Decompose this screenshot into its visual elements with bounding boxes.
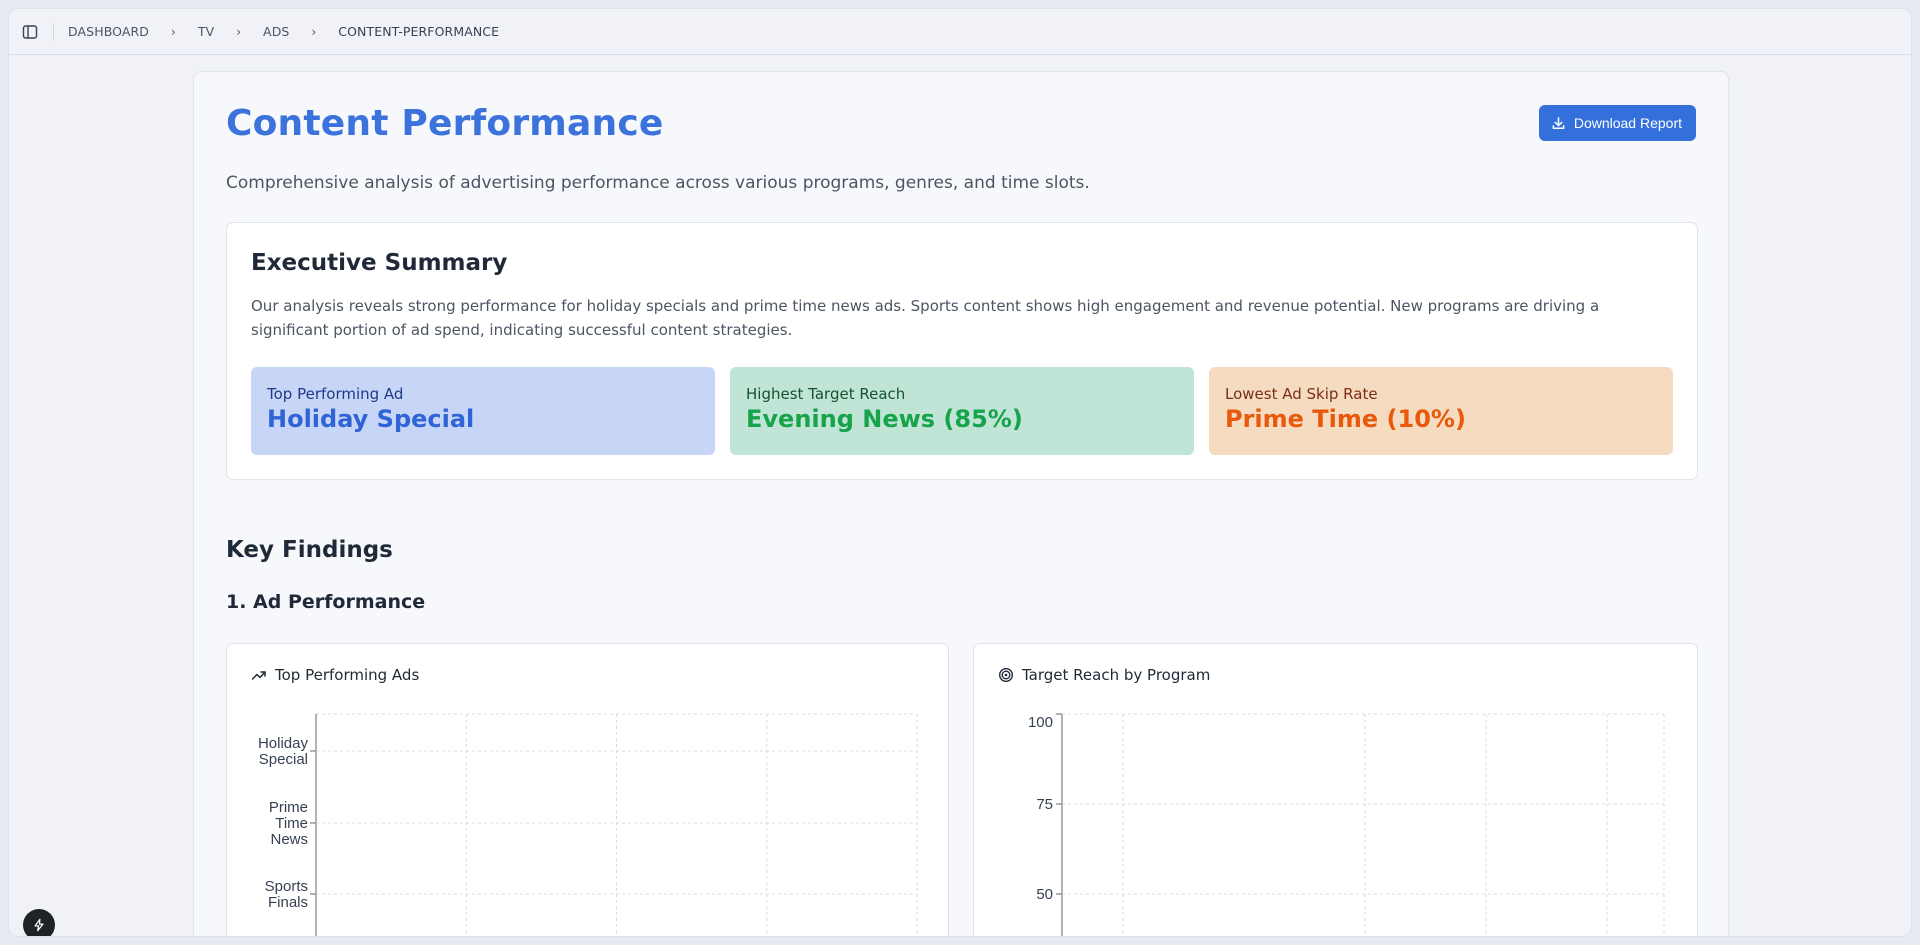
- stat-label: Highest Target Reach: [746, 385, 906, 403]
- tick-label: Prime Time News: [269, 799, 308, 848]
- divider: [53, 22, 54, 41]
- breadcrumb-dashboard[interactable]: DASHBOARD: [68, 24, 149, 39]
- trending-up-icon: [251, 671, 266, 680]
- tick-label: 100: [1028, 714, 1053, 731]
- chart-title: Target Reach by Program: [1022, 666, 1211, 684]
- ad-performance-title: 1. Ad Performance: [226, 591, 426, 613]
- stat-target-reach: Highest Target Reach Evening News (85%): [730, 367, 1194, 455]
- sidebar-toggle-icon[interactable]: [19, 21, 41, 43]
- target-icon: [998, 667, 1014, 683]
- quick-action-button[interactable]: [23, 909, 55, 936]
- report-card: Content Performance Download Report Comp…: [193, 71, 1729, 936]
- chevron-right-icon: ›: [311, 24, 317, 39]
- download-report-button[interactable]: Download Report: [1538, 105, 1696, 141]
- download-icon: [1552, 116, 1565, 129]
- chart-header: Target Reach by Program: [998, 666, 1210, 684]
- target-reach-chart: Target Reach by Program 100 75 50: [973, 643, 1698, 936]
- key-findings-title: Key Findings: [226, 537, 393, 563]
- target-reach-plot: 100 75 50: [1028, 713, 1665, 936]
- download-report-label: Download Report: [1573, 115, 1682, 131]
- summary-text: Our analysis reveals strong performance …: [251, 297, 1600, 339]
- page-subtitle: Comprehensive analysis of advertising pe…: [226, 173, 1090, 193]
- tick-label: 75: [1036, 796, 1053, 813]
- summary-title: Executive Summary: [251, 250, 508, 276]
- stat-top-ad: Top Performing Ad Holiday Special: [251, 367, 715, 455]
- page-title: Content Performance: [226, 103, 664, 144]
- executive-summary: Executive Summary Our analysis reveals s…: [226, 222, 1698, 480]
- lightning-icon: [34, 918, 44, 932]
- stat-label: Top Performing Ad: [267, 385, 404, 403]
- app-frame: DASHBOARD › TV › ADS › CONTENT-PERFORMAN…: [8, 8, 1912, 937]
- top-performing-ads-chart: Top Performing Ads Holiday Special Prime Ti…: [226, 643, 949, 936]
- breadcrumb-ads[interactable]: ADS: [263, 24, 289, 39]
- breadcrumb-current: CONTENT-PERFORMANCE: [338, 24, 500, 39]
- chart-header: Top Performing Ads: [251, 666, 419, 684]
- chart-title: Top Performing Ads: [275, 666, 420, 684]
- stat-value: Evening News (85%): [746, 405, 1023, 433]
- chevron-right-icon: ›: [171, 24, 176, 39]
- stat-skip-rate: Lowest Ad Skip Rate Prime Time (10%): [1209, 367, 1673, 455]
- stat-value: Prime Time (10%): [1225, 405, 1466, 433]
- stat-label: Lowest Ad Skip Rate: [1225, 385, 1378, 403]
- tick-label: Sports Finals: [265, 878, 308, 911]
- stat-value: Holiday Special: [267, 405, 475, 433]
- breadcrumb-tv[interactable]: TV: [198, 24, 214, 39]
- tick-label: 50: [1036, 886, 1053, 903]
- chevron-right-icon: ›: [236, 24, 242, 39]
- top-ads-plot: Holiday Special Prime Time News Sports Finals: [258, 713, 918, 936]
- top-bar: DASHBOARD › TV › ADS › CONTENT-PERFORMAN…: [9, 9, 1911, 55]
- breadcrumb: DASHBOARD › TV › ADS › CONTENT-PERFORMAN…: [68, 24, 499, 39]
- tick-label: Holiday Special: [258, 735, 309, 768]
